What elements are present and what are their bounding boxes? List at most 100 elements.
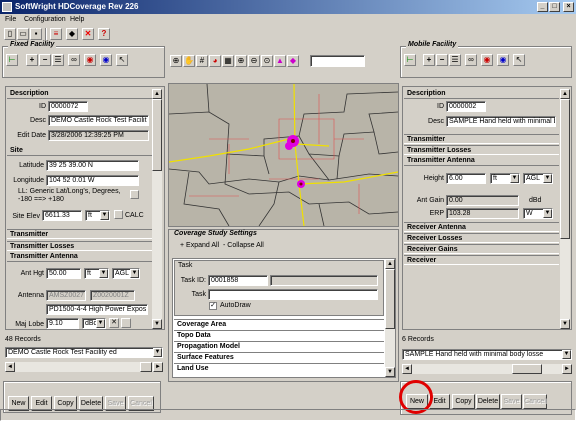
remove-icon[interactable]: − xyxy=(39,54,51,66)
mobile-id-field[interactable]: 0000002 xyxy=(446,101,486,112)
mobile-record-select[interactable]: SAMPLE Hand held with minimal body losse… xyxy=(402,349,572,360)
add-icon[interactable]: + xyxy=(423,54,435,66)
pan-hand-icon[interactable]: ✋ xyxy=(183,55,195,67)
receiver-losses-header[interactable]: Receiver Losses xyxy=(404,233,559,243)
fixed-transmitter-header[interactable]: Transmitter xyxy=(7,229,152,239)
mobile-cancel-button[interactable]: Cancel xyxy=(523,394,547,409)
chevron-down-icon[interactable]: ▼ xyxy=(130,269,139,278)
coverage-area-header[interactable]: Coverage Area xyxy=(174,319,384,329)
scroll-down-icon[interactable]: ▼ xyxy=(152,319,162,329)
add-icon[interactable]: + xyxy=(26,54,38,66)
mobile-description-header[interactable]: Description xyxy=(404,89,559,99)
close-icon[interactable]: ✕ xyxy=(109,318,119,328)
close-window-button[interactable]: × xyxy=(563,2,574,12)
zoom-extent-icon[interactable]: ⊙ xyxy=(261,55,273,67)
map-coord-field[interactable] xyxy=(310,55,365,67)
antenna-detail-button[interactable] xyxy=(121,318,131,328)
scroll-right-icon[interactable]: ► xyxy=(562,364,572,374)
surface-features-header[interactable]: Surface Features xyxy=(174,352,384,362)
chevron-down-icon[interactable]: ▼ xyxy=(100,211,109,220)
collapse-all-button[interactable]: - Collapse All xyxy=(223,242,264,249)
menu-help[interactable]: Help xyxy=(70,16,84,23)
range-icon[interactable]: ⊢ xyxy=(6,54,18,66)
ant-hgt-unit-select[interactable]: ft ▼ xyxy=(84,268,109,279)
autodraw-checkbox[interactable]: ✓ xyxy=(209,302,217,310)
export-icon[interactable]: ◉ xyxy=(100,54,112,66)
scroll-left-icon[interactable]: ◄ xyxy=(5,362,15,372)
mobile-facility-scrollbar[interactable]: ▲ ▼ xyxy=(560,89,570,329)
grid-icon[interactable]: # xyxy=(196,55,208,67)
receiver-gains-header[interactable]: Receiver Gains xyxy=(404,244,559,254)
scroll-right-icon[interactable]: ► xyxy=(153,362,163,372)
maj-lobe-unit-select[interactable]: dBd ▼ xyxy=(82,318,106,329)
chevron-down-icon[interactable]: ▼ xyxy=(543,209,552,218)
save-disk-icon[interactable]: ▪ xyxy=(30,28,42,40)
scroll-up-icon[interactable]: ▲ xyxy=(152,89,162,99)
coverage-icon[interactable]: ◆ xyxy=(287,55,299,67)
fixed-record-select[interactable]: DEMO Castle Rock Test Facility ed ▼ xyxy=(5,347,163,358)
plot-icon[interactable]: ▲ xyxy=(274,55,286,67)
menu-file[interactable]: File xyxy=(5,16,16,23)
cube-icon[interactable]: ◆ xyxy=(66,28,78,40)
cancel-x-icon[interactable]: ✕ xyxy=(82,28,94,40)
scroll-thumb[interactable] xyxy=(140,362,152,372)
land-use-header[interactable]: Land Use xyxy=(174,363,384,373)
mobile-desc-field[interactable]: SAMPLE Hand held with minimal boc xyxy=(446,116,556,127)
height-unit-select[interactable]: ft ▼ xyxy=(490,173,520,184)
map-canvas[interactable] xyxy=(168,83,399,227)
mobile-transmitter-losses-header[interactable]: Transmitter Losses xyxy=(404,145,559,155)
task-field[interactable] xyxy=(208,289,378,300)
tower-icon[interactable]: ≡ xyxy=(50,28,62,40)
globe-icon[interactable]: ◕ xyxy=(209,55,221,67)
receiver-header[interactable]: Receiver xyxy=(404,255,559,265)
chevron-down-icon[interactable]: ▼ xyxy=(543,174,552,183)
scroll-down-icon[interactable]: ▼ xyxy=(385,367,395,377)
erp-unit-select[interactable]: W ▼ xyxy=(523,208,553,219)
chevron-down-icon[interactable]: ▼ xyxy=(562,350,571,359)
receiver-antenna-header[interactable]: Receiver Antenna xyxy=(404,222,559,232)
locate-icon[interactable]: ↖ xyxy=(116,54,128,66)
scroll-up-icon[interactable]: ▲ xyxy=(560,89,570,99)
zoom-icon[interactable]: ⊕ xyxy=(170,55,182,67)
topo-data-header[interactable]: Topo Data xyxy=(174,330,384,340)
expand-all-button[interactable]: + Expand All xyxy=(180,242,219,249)
scroll-left-icon[interactable]: ◄ xyxy=(402,364,412,374)
chevron-down-icon[interactable]: ▼ xyxy=(510,174,519,183)
fixed-transmitter-losses-header[interactable]: Transmitter Losses xyxy=(7,241,152,251)
chevron-down-icon[interactable]: ▼ xyxy=(96,319,105,328)
binoculars-icon[interactable]: ∞ xyxy=(68,54,80,66)
scroll-down-icon[interactable]: ▼ xyxy=(560,319,570,329)
list-icon[interactable]: ☰ xyxy=(449,54,461,66)
open-folder-icon[interactable]: ▭ xyxy=(17,28,29,40)
new-file-icon[interactable]: ▯ xyxy=(4,28,16,40)
fixed-record-hscroll[interactable]: ◄ ► xyxy=(5,362,163,372)
coverage-map[interactable] xyxy=(168,83,399,227)
calc-check-button[interactable] xyxy=(114,210,123,219)
mobile-save-button[interactable]: Save xyxy=(501,394,522,409)
fixed-site-header[interactable]: Site xyxy=(7,146,152,156)
longitude-field[interactable]: 104 52 0.01 W xyxy=(46,175,139,186)
list-icon[interactable]: ☰ xyxy=(52,54,64,66)
site-elev-field[interactable]: 6611.33 xyxy=(42,210,82,221)
import-icon[interactable]: ◉ xyxy=(481,54,493,66)
mobile-record-hscroll[interactable]: ◄ ► xyxy=(402,364,572,374)
ant-hgt-field[interactable]: 50.00 xyxy=(46,268,81,279)
mobile-transmitter-antenna-header[interactable]: Transmitter Antenna xyxy=(404,156,559,166)
scroll-thumb[interactable] xyxy=(385,269,395,329)
fixed-id-field[interactable]: 0000072 xyxy=(48,101,88,112)
mobile-delete-button[interactable]: Delete xyxy=(476,394,500,409)
mobile-copy-button[interactable]: Copy xyxy=(452,394,475,409)
fixed-transmitter-antenna-header[interactable]: Transmitter Antenna xyxy=(7,252,152,262)
maximize-button[interactable]: □ xyxy=(549,2,560,12)
scroll-thumb[interactable] xyxy=(152,99,162,171)
antenna-desc-field[interactable]: PD1500-4-4 High Power Expos xyxy=(46,304,148,315)
import-icon[interactable]: ◉ xyxy=(84,54,96,66)
elev-unit-select[interactable]: ft ▼ xyxy=(85,210,110,221)
remove-icon[interactable]: − xyxy=(436,54,448,66)
mobile-transmitter-header[interactable]: Transmitter xyxy=(404,134,559,144)
chevron-down-icon[interactable]: ▼ xyxy=(153,348,162,357)
binoculars-icon[interactable]: ∞ xyxy=(465,54,477,66)
latitude-field[interactable]: 39 25 39.00 N xyxy=(46,160,139,171)
chevron-down-icon[interactable]: ▼ xyxy=(99,269,108,278)
menu-configuration[interactable]: Configuration xyxy=(24,16,66,23)
